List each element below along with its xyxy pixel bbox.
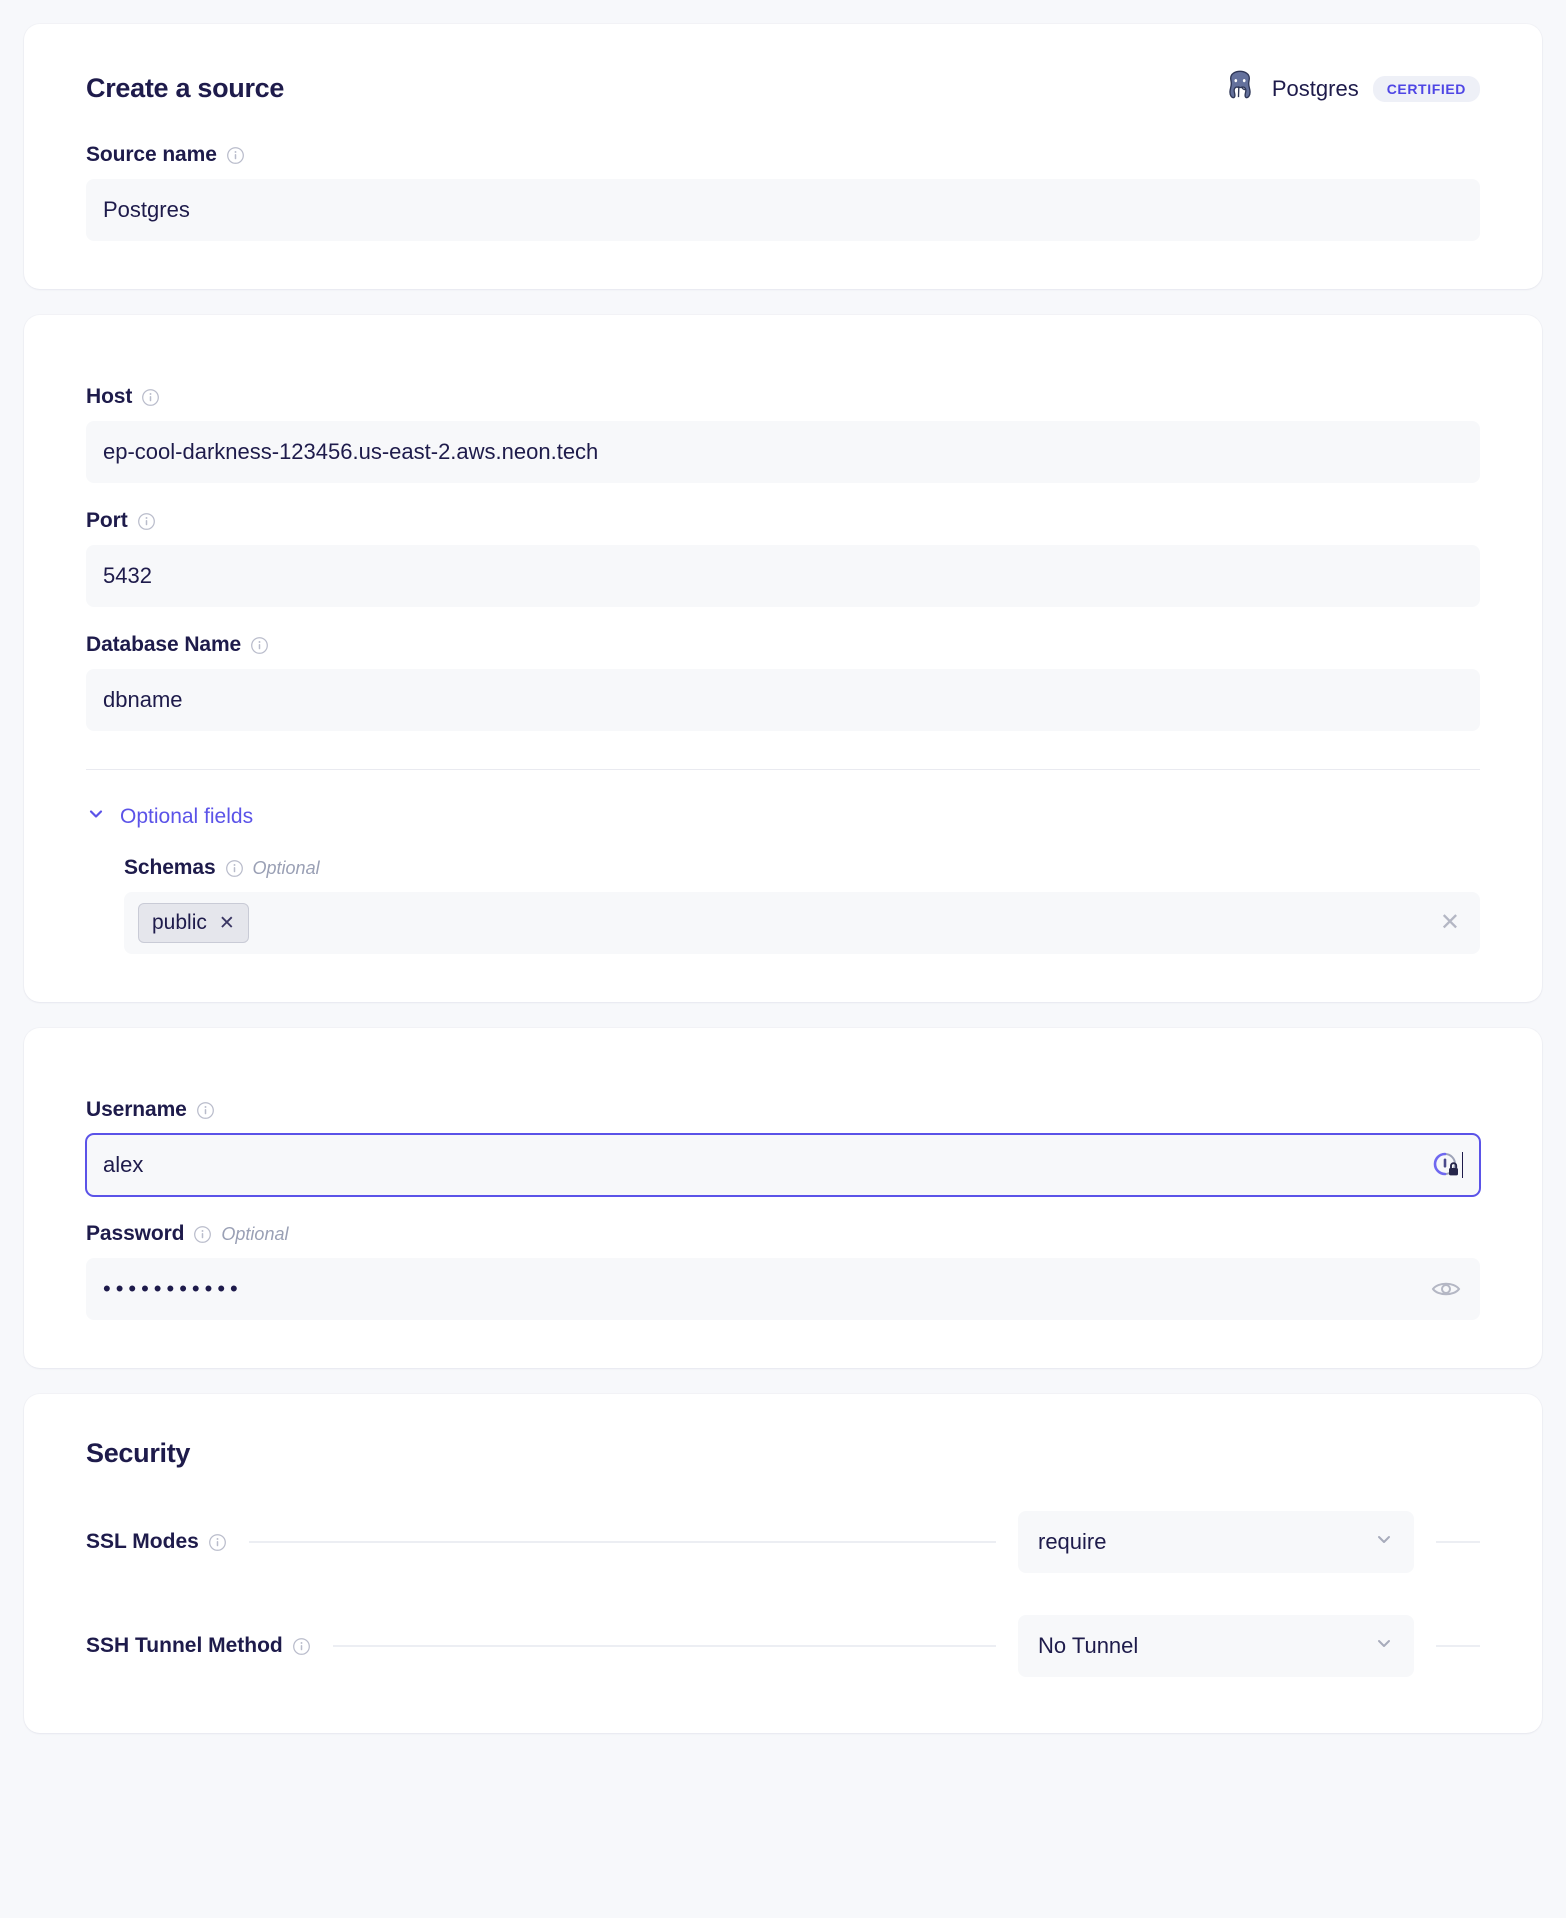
port-input[interactable]: 5432	[86, 545, 1480, 607]
info-circle-icon[interactable]	[208, 1533, 227, 1552]
ssl-modes-row: SSL Modes require	[86, 1511, 1480, 1573]
card-header: Create a source Postgres CERTIFIED	[86, 24, 1480, 109]
database-name-value: dbname	[103, 687, 1463, 713]
host-label: Host	[86, 385, 132, 409]
close-x-icon[interactable]: ✕	[219, 914, 235, 933]
schemas-optional-marker: Optional	[253, 858, 320, 879]
row-rule-tail	[1436, 1541, 1480, 1543]
port-value: 5432	[103, 563, 1463, 589]
host-label-row: Host	[86, 385, 1480, 409]
info-circle-icon[interactable]	[226, 146, 245, 165]
password-field: Password Optional •••••••••••	[86, 1222, 1480, 1320]
section-divider	[86, 769, 1480, 770]
port-label-row: Port	[86, 509, 1480, 533]
row-rule-tail	[1436, 1645, 1480, 1647]
security-card: Security SSL Modes require SSH Tunnel Me…	[24, 1394, 1542, 1733]
card-top-spacer	[86, 1028, 1480, 1072]
page-title: Create a source	[86, 73, 284, 104]
ssh-tunnel-method-select[interactable]: No Tunnel	[1018, 1615, 1414, 1677]
password-manager-lock-icon[interactable]	[1431, 1150, 1461, 1180]
info-circle-icon[interactable]	[141, 388, 160, 407]
password-optional-marker: Optional	[221, 1224, 288, 1245]
chevron-down-icon	[86, 804, 106, 830]
ssl-modes-select[interactable]: require	[1018, 1511, 1414, 1573]
connector-badge-group: Postgres CERTIFIED	[1222, 68, 1480, 109]
schemas-field: Schemas Optional public ✕ ✕	[124, 856, 1480, 954]
ssl-modes-label-group: SSL Modes	[86, 1530, 227, 1554]
info-circle-icon[interactable]	[292, 1637, 311, 1656]
port-label: Port	[86, 509, 128, 533]
schemas-tag-input[interactable]: public ✕ ✕	[124, 892, 1480, 954]
optional-fields-toggle[interactable]: Optional fields	[86, 804, 253, 830]
ssl-modes-value: require	[1038, 1529, 1106, 1555]
source-name-value: Postgres	[103, 197, 1463, 223]
username-label-row: Username	[86, 1098, 1480, 1122]
create-source-page: Create a source Postgres CERTIFIED	[0, 0, 1566, 1733]
eye-icon[interactable]	[1431, 1278, 1461, 1300]
port-field: Port 5432	[86, 509, 1480, 607]
optional-fields-label: Optional fields	[120, 805, 253, 829]
username-input[interactable]: alex	[86, 1134, 1480, 1196]
database-name-label: Database Name	[86, 633, 241, 657]
source-name-input[interactable]: Postgres	[86, 179, 1480, 241]
host-value: ep-cool-darkness-123456.us-east-2.aws.ne…	[103, 439, 1463, 465]
info-circle-icon[interactable]	[196, 1101, 215, 1120]
text-caret	[1462, 1152, 1463, 1178]
chevron-down-icon	[1374, 1633, 1394, 1659]
row-rule	[249, 1541, 996, 1543]
connector-name: Postgres	[1272, 76, 1359, 102]
ssh-tunnel-method-label: SSH Tunnel Method	[86, 1634, 283, 1658]
info-circle-icon[interactable]	[137, 512, 156, 531]
row-rule	[333, 1645, 996, 1647]
host-field: Host ep-cool-darkness-123456.us-east-2.a…	[86, 385, 1480, 483]
ssl-modes-label: SSL Modes	[86, 1530, 199, 1554]
source-name-label-row: Source name	[86, 143, 1480, 167]
info-circle-icon[interactable]	[225, 859, 244, 878]
connection-card: Host ep-cool-darkness-123456.us-east-2.a…	[24, 315, 1542, 1002]
info-circle-icon[interactable]	[193, 1225, 212, 1244]
source-name-field: Source name Postgres	[86, 143, 1480, 241]
card-bottom-spacer	[86, 241, 1480, 289]
ssh-tunnel-method-row: SSH Tunnel Method No Tunnel	[86, 1615, 1480, 1677]
source-name-card: Create a source Postgres CERTIFIED	[24, 24, 1542, 289]
schemas-label: Schemas	[124, 856, 216, 880]
username-label: Username	[86, 1098, 187, 1122]
chevron-down-icon	[1374, 1529, 1394, 1555]
card-bottom-spacer	[86, 954, 1480, 1002]
card-bottom-spacer	[86, 1677, 1480, 1733]
schemas-tag-public[interactable]: public ✕	[138, 903, 249, 943]
security-heading: Security	[86, 1394, 1480, 1469]
certified-badge: CERTIFIED	[1373, 76, 1480, 102]
password-input[interactable]: •••••••••••	[86, 1258, 1480, 1320]
schemas-clear-icon[interactable]: ✕	[1440, 911, 1460, 935]
database-name-label-row: Database Name	[86, 633, 1480, 657]
info-circle-icon[interactable]	[250, 636, 269, 655]
database-name-field: Database Name dbname	[86, 633, 1480, 731]
host-input[interactable]: ep-cool-darkness-123456.us-east-2.aws.ne…	[86, 421, 1480, 483]
card-bottom-spacer	[86, 1320, 1480, 1368]
source-name-label: Source name	[86, 143, 217, 167]
username-value: alex	[103, 1152, 1461, 1178]
ssh-tunnel-label-group: SSH Tunnel Method	[86, 1634, 311, 1658]
schemas-label-row: Schemas Optional	[124, 856, 1480, 880]
postgres-elephant-icon	[1222, 68, 1258, 109]
username-field: Username alex	[86, 1098, 1480, 1196]
password-label-row: Password Optional	[86, 1222, 1480, 1246]
card-top-spacer	[86, 315, 1480, 359]
optional-fields-body: Schemas Optional public ✕ ✕	[124, 856, 1480, 954]
password-value: •••••••••••	[103, 1276, 1463, 1302]
password-label: Password	[86, 1222, 184, 1246]
database-name-input[interactable]: dbname	[86, 669, 1480, 731]
ssh-tunnel-method-value: No Tunnel	[1038, 1633, 1138, 1659]
credentials-card: Username alex	[24, 1028, 1542, 1368]
tag-label: public	[152, 911, 207, 935]
